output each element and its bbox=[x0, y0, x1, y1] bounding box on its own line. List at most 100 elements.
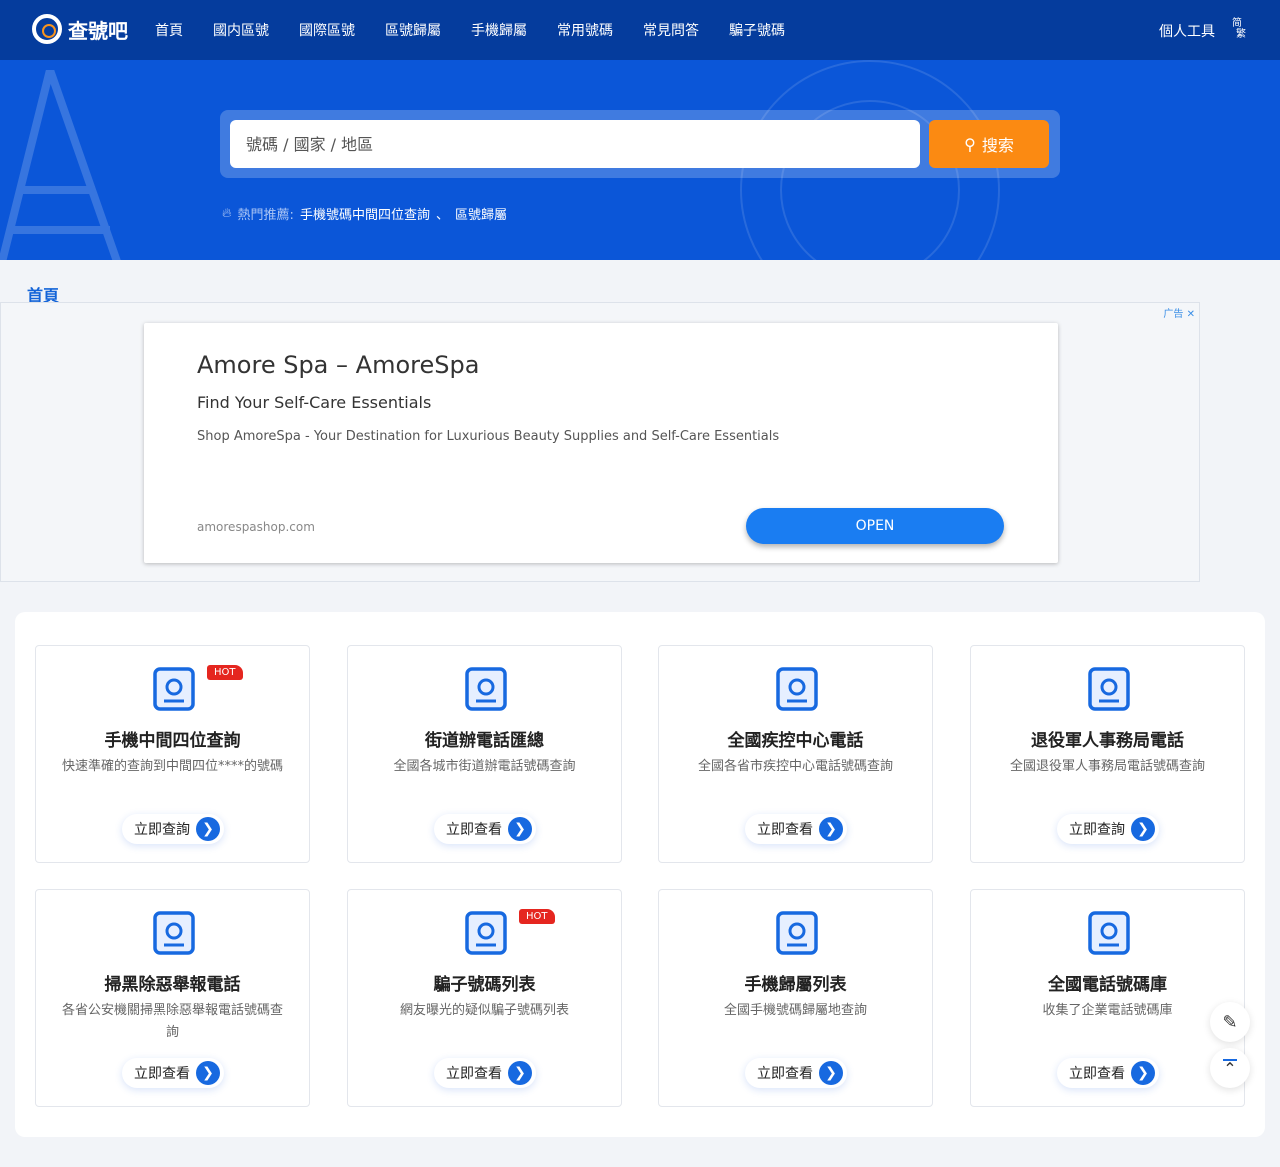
location-card-icon bbox=[776, 911, 818, 955]
brand-name: 查號吧 bbox=[68, 18, 128, 43]
ad-title[interactable]: Amore Spa – AmoreSpa bbox=[197, 351, 479, 379]
flame-icon: 🔥︎ bbox=[222, 206, 232, 221]
service-card[interactable]: HOT 騙子號碼列表 網友曝光的疑似騙子號碼列表 立即查看 ❯ bbox=[347, 889, 622, 1107]
search-button[interactable]: ⚲ 搜索 bbox=[929, 120, 1049, 168]
nav-code-location[interactable]: 區號歸屬 bbox=[385, 20, 441, 40]
lang-simplified: 简 bbox=[1232, 18, 1242, 29]
ad-url[interactable]: amorespashop.com bbox=[197, 520, 315, 534]
cdc-icon bbox=[776, 667, 818, 711]
card-view-button[interactable]: 立即查看 ❯ bbox=[745, 814, 847, 844]
services-panel: HOT 手機中間四位查詢 快速準確的查詢到中間四位****的號碼 立即查詢 ❯ 街道辦… bbox=[15, 612, 1265, 1137]
nav-international-codes[interactable]: 國際區號 bbox=[299, 20, 355, 40]
card-title[interactable]: 全國電話號碼庫 bbox=[971, 970, 1244, 995]
personal-tools-link[interactable]: 個人工具 bbox=[1159, 21, 1215, 41]
nav-mobile-location[interactable]: 手機歸屬 bbox=[471, 20, 527, 40]
hot-badge: HOT bbox=[519, 909, 555, 924]
card-view-button[interactable]: 立即查看 ❯ bbox=[745, 1058, 847, 1088]
card-button-label: 立即查看 bbox=[757, 1066, 813, 1082]
card-view-button[interactable]: 立即查看 ❯ bbox=[122, 1058, 224, 1088]
card-description: 網友曝光的疑似騙子號碼列表 bbox=[399, 1003, 569, 1018]
search-input[interactable] bbox=[230, 120, 920, 168]
chevron-right-icon: ❯ bbox=[508, 817, 532, 841]
search-box: ⚲ 搜索 bbox=[220, 110, 1060, 178]
search-button-label: 搜索 bbox=[981, 136, 1014, 155]
ad-banner: 广告 ✕ Amore Spa – AmoreSpa Find Your Self… bbox=[0, 302, 1200, 582]
hot-separator: 、 bbox=[435, 208, 449, 223]
chevron-right-icon: ❯ bbox=[196, 817, 220, 841]
card-button-label: 立即查詢 bbox=[134, 822, 190, 838]
card-title[interactable]: 騙子號碼列表 bbox=[348, 970, 621, 995]
lang-traditional: 繁 bbox=[1236, 29, 1246, 40]
card-view-button[interactable]: 立即查看 ❯ bbox=[434, 814, 536, 844]
card-button-label: 立即查看 bbox=[446, 822, 502, 838]
card-button-label: 立即查看 bbox=[1069, 1066, 1125, 1082]
card-description: 全國各省市疾控中心電話號碼查詢 bbox=[697, 759, 893, 774]
card-description: 各省公安機關掃黑除惡舉報電話號碼查詢 bbox=[61, 1003, 283, 1040]
card-view-button[interactable]: 立即查詢 ❯ bbox=[1057, 814, 1159, 844]
card-title[interactable]: 全國疾控中心電話 bbox=[659, 726, 932, 751]
card-description: 全國退役軍人事務局電話號碼查詢 bbox=[1009, 759, 1205, 774]
phone-book-icon bbox=[1088, 911, 1130, 955]
police-icon bbox=[153, 911, 195, 955]
chevron-right-icon: ❯ bbox=[196, 1061, 220, 1085]
card-description: 全國各城市街道辦電話號碼查詢 bbox=[393, 759, 576, 774]
chevron-right-icon: ❯ bbox=[819, 1061, 843, 1085]
hot-link-mobile-middle[interactable]: 手機號碼中間四位查詢 bbox=[300, 204, 430, 223]
ad-description: Shop AmoreSpa - Your Destination for Lux… bbox=[197, 429, 780, 444]
star-badge-icon bbox=[1088, 667, 1130, 711]
logo[interactable]: 查號吧 bbox=[32, 14, 128, 44]
service-card[interactable]: 退役軍人事務局電話 全國退役軍人事務局電話號碼查詢 立即查詢 ❯ bbox=[970, 645, 1245, 863]
ad-label: 广告 bbox=[1163, 309, 1184, 320]
nav-domestic-codes[interactable]: 國内區號 bbox=[213, 20, 269, 40]
main-nav: 首頁 國内區號 國際區號 區號歸屬 手機歸屬 常用號碼 常見問答 騙子號碼 bbox=[155, 0, 785, 60]
card-view-button[interactable]: 立即查看 ❯ bbox=[434, 1058, 536, 1088]
card-description: 全國手機號碼歸屬地查詢 bbox=[723, 1003, 867, 1018]
ad-tag[interactable]: 广告 ✕ bbox=[1163, 305, 1195, 320]
hero-banner: ⚲ 搜索 🔥︎ 熱門推薦: 手機號碼中間四位查詢 、 區號歸屬 bbox=[0, 60, 1280, 260]
arrow-up-icon: ⌃ bbox=[1223, 1059, 1237, 1078]
card-title[interactable]: 手機中間四位查詢 bbox=[36, 726, 309, 751]
nav-common-numbers[interactable]: 常用號碼 bbox=[557, 20, 613, 40]
service-card[interactable]: 全國電話號碼庫 收集了企業電話號碼庫 立即查看 ❯ bbox=[970, 889, 1245, 1107]
service-card[interactable]: HOT 手機中間四位查詢 快速準確的查詢到中間四位****的號碼 立即查詢 ❯ bbox=[35, 645, 310, 863]
card-title[interactable]: 掃黑除惡舉報電話 bbox=[36, 970, 309, 995]
building-location-icon bbox=[465, 667, 507, 711]
nav-faq[interactable]: 常見問答 bbox=[643, 20, 699, 40]
edit-icon: ✎ bbox=[1222, 1011, 1238, 1033]
chevron-right-icon: ❯ bbox=[819, 817, 843, 841]
service-card[interactable]: 掃黑除惡舉報電話 各省公安機關掃黑除惡舉報電話號碼查詢 立即查看 ❯ bbox=[35, 889, 310, 1107]
card-title[interactable]: 街道辦電話匯總 bbox=[348, 726, 621, 751]
service-card[interactable]: 街道辦電話匯總 全國各城市街道辦電話號碼查詢 立即查看 ❯ bbox=[347, 645, 622, 863]
ad-open-button[interactable]: OPEN bbox=[746, 508, 1004, 544]
tower-decoration-icon bbox=[0, 70, 121, 260]
card-button-label: 立即查看 bbox=[757, 822, 813, 838]
nav-home[interactable]: 首頁 bbox=[155, 20, 183, 40]
close-icon[interactable]: ✕ bbox=[1187, 309, 1195, 320]
card-button-label: 立即查看 bbox=[134, 1066, 190, 1082]
hot-badge: HOT bbox=[207, 665, 243, 680]
chevron-right-icon: ❯ bbox=[1131, 817, 1155, 841]
ad-card[interactable]: Amore Spa – AmoreSpa Find Your Self-Care… bbox=[144, 323, 1058, 563]
card-description: 快速準確的查詢到中間四位****的號碼 bbox=[61, 759, 283, 774]
top-nav-bar: 查號吧 首頁 國内區號 國際區號 區號歸屬 手機歸屬 常用號碼 常見問答 騙子號… bbox=[0, 0, 1280, 60]
card-view-button[interactable]: 立即查看 ❯ bbox=[1057, 1058, 1159, 1088]
nav-scam-numbers[interactable]: 騙子號碼 bbox=[729, 20, 785, 40]
search-document-icon bbox=[153, 667, 195, 711]
hot-label: 熱門推薦: bbox=[237, 208, 294, 223]
card-button-label: 立即查看 bbox=[446, 1066, 502, 1082]
language-toggle[interactable]: 简繁 bbox=[1232, 18, 1246, 40]
hot-link-code-location[interactable]: 區號歸屬 bbox=[455, 204, 507, 223]
card-view-button[interactable]: 立即查詢 ❯ bbox=[122, 814, 224, 844]
card-button-label: 立即查詢 bbox=[1069, 822, 1125, 838]
service-card[interactable]: 全國疾控中心電話 全國各省市疾控中心電話號碼查詢 立即查看 ❯ bbox=[658, 645, 933, 863]
hot-recommendations: 🔥︎ 熱門推薦: 手機號碼中間四位查詢 、 區號歸屬 bbox=[222, 204, 507, 223]
back-to-top-button[interactable]: ⌃ bbox=[1210, 1048, 1250, 1088]
chevron-right-icon: ❯ bbox=[1131, 1061, 1155, 1085]
card-title[interactable]: 手機歸屬列表 bbox=[659, 970, 932, 995]
search-icon: ⚲ bbox=[964, 134, 976, 154]
feedback-button[interactable]: ✎ bbox=[1210, 1002, 1250, 1042]
service-card[interactable]: 手機歸屬列表 全國手機號碼歸屬地查詢 立即查看 ❯ bbox=[658, 889, 933, 1107]
phone-warning-icon bbox=[465, 911, 507, 955]
card-title[interactable]: 退役軍人事務局電話 bbox=[971, 726, 1244, 751]
ad-subtitle: Find Your Self-Care Essentials bbox=[197, 393, 432, 412]
